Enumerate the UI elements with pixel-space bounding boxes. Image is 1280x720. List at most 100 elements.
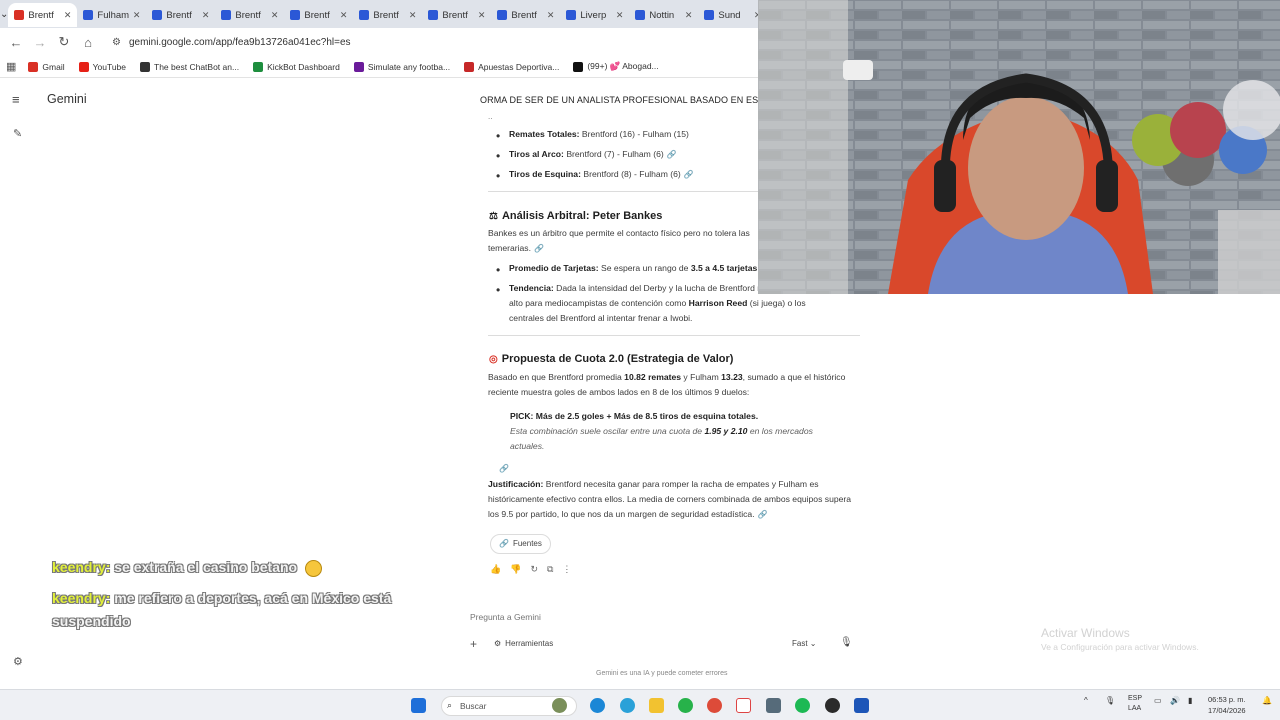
browser-tab[interactable]: Brentf ✕ xyxy=(491,3,560,27)
bookmark-label: Apuestas Deportiva... xyxy=(478,61,560,72)
close-icon[interactable]: ✕ xyxy=(271,10,279,21)
close-icon[interactable]: ✕ xyxy=(685,10,693,21)
widgets-icon[interactable] xyxy=(552,698,567,713)
tools-button[interactable]: ⚙ Herramientas xyxy=(494,639,553,648)
close-icon[interactable]: ✕ xyxy=(64,10,72,21)
link-icon[interactable]: 🔗 xyxy=(667,150,677,159)
ellipsis: .. xyxy=(488,112,493,121)
chat-text: se extraña el casino betano xyxy=(114,559,298,575)
stat-item: Tiros al Arco: Brentford (7) - Fulham (6… xyxy=(494,146,694,167)
link-icon[interactable]: 🔗 xyxy=(499,462,509,476)
input-language[interactable]: ESP LAA xyxy=(1128,694,1142,714)
bookmark-item[interactable]: KickBot Dashboard xyxy=(253,61,340,72)
tab-search-icon[interactable]: ⌄ xyxy=(0,0,8,28)
close-icon[interactable]: ✕ xyxy=(202,10,210,21)
close-icon[interactable]: ✕ xyxy=(478,10,486,21)
spotify-icon[interactable] xyxy=(795,698,810,713)
browser-tab[interactable]: Brentf ✕ xyxy=(422,3,491,27)
thumbs-down-icon[interactable]: 👎 xyxy=(510,562,521,578)
model-selector[interactable]: Fast ⌄ xyxy=(792,639,817,648)
tab-title: Brentf xyxy=(166,9,192,21)
settings-icon[interactable]: ⚙ xyxy=(13,655,23,668)
bookmark-item[interactable]: Simulate any footba... xyxy=(353,61,451,72)
tab-title: Nottin xyxy=(649,9,675,21)
taskbar: ⌕ Buscar ^ 🎙 ESP LAA ▭ 🔊 ▮ 06:53 p. m. 17/… xyxy=(0,689,1280,720)
battery-icon[interactable]: ▮ xyxy=(1188,696,1192,705)
windows-start-icon[interactable] xyxy=(411,698,426,713)
bookmark-item[interactable]: (99+) 💕 Abogad... xyxy=(573,61,659,72)
chrome-icon[interactable] xyxy=(707,698,722,713)
url-text: gemini.google.com/app/fea9b13726a041ec?h… xyxy=(128,36,351,48)
url-field[interactable]: ⚙ gemini.google.com/app/fea9b13726a041ec?… xyxy=(112,37,351,48)
tab-strip: ⌄ Brentf ✕ Fulham ✕ Brentf ✕ Brentf ✕ Brentf ✕ Bre… xyxy=(0,0,761,28)
reload-icon[interactable]: ↻ xyxy=(52,34,76,50)
word-icon[interactable] xyxy=(854,698,869,713)
back-icon[interactable]: ← xyxy=(4,35,28,50)
bookmark-label: KickBot Dashboard xyxy=(267,61,340,72)
edge-icon[interactable] xyxy=(590,698,605,713)
prompt-input[interactable]: Pregunta a Gemini xyxy=(470,612,541,622)
bookmark-label: Simulate any footba... xyxy=(367,61,451,72)
telegram-icon[interactable] xyxy=(620,698,635,713)
bookmark-item[interactable]: YouTube xyxy=(78,61,126,72)
tab-favicon-icon xyxy=(290,10,301,20)
add-icon[interactable]: + xyxy=(470,637,477,651)
webcam-image xyxy=(758,0,1280,294)
microphone-tray-icon[interactable]: 🎙 xyxy=(1105,696,1115,705)
whatsapp-icon[interactable] xyxy=(678,698,693,713)
browser-tab[interactable]: Brentf ✕ xyxy=(146,3,215,27)
chat-username: keendry: xyxy=(52,559,111,575)
typora-icon[interactable] xyxy=(736,698,751,713)
bookmark-favicon-icon xyxy=(573,61,584,72)
site-info-icon[interactable]: ⚙ xyxy=(112,37,121,48)
target-icon: ◎ xyxy=(489,353,498,365)
link-icon[interactable]: 🔗 xyxy=(534,244,544,253)
bookmark-label: (99+) 💕 Abogad... xyxy=(587,61,659,71)
show-hidden-icons-icon[interactable]: ^ xyxy=(1084,696,1088,705)
browser-tab[interactable]: Fulham ✕ xyxy=(77,3,146,27)
apps-icon[interactable]: ▦ xyxy=(6,60,16,73)
new-chat-icon[interactable]: ✎ xyxy=(13,127,22,140)
volume-icon[interactable]: 🔊 xyxy=(1170,696,1180,705)
thumbs-up-icon[interactable]: 👍 xyxy=(490,562,501,578)
bookmark-item[interactable]: The best ChatBot an... xyxy=(140,61,239,72)
browser-tab[interactable]: Liverp ✕ xyxy=(560,3,629,27)
close-icon[interactable]: ✕ xyxy=(340,10,348,21)
close-icon[interactable]: ✕ xyxy=(409,10,417,21)
pick-block: PICK: Más de 2.5 goles + Más de 8.5 tiro… xyxy=(510,411,813,452)
file-explorer-icon[interactable] xyxy=(649,698,664,713)
stats-list: Remates Totales: Brentford (16) - Fulham… xyxy=(494,126,694,187)
browser-tab[interactable]: Brentf ✕ xyxy=(284,3,353,27)
copy-icon[interactable]: ⧉ xyxy=(547,562,553,578)
browser-tab[interactable]: Brentf ✕ xyxy=(215,3,284,27)
regenerate-icon[interactable]: ↻ xyxy=(530,562,538,578)
menu-icon[interactable]: ≡ xyxy=(12,92,20,107)
obs-icon[interactable] xyxy=(825,698,840,713)
link-icon: 🔗 xyxy=(499,539,509,548)
bookmark-item[interactable]: Gmail xyxy=(28,61,65,72)
browser-tab[interactable]: Nottin ✕ xyxy=(629,3,698,27)
bookmark-item[interactable]: Apuestas Deportiva... xyxy=(464,61,559,72)
stat-item: Tiros de Esquina: Brentford (8) - Fulham… xyxy=(494,166,694,187)
network-icon[interactable]: ▭ xyxy=(1154,696,1162,705)
microphone-icon[interactable]: 🎙 xyxy=(840,637,853,648)
forward-icon[interactable]: → xyxy=(28,35,52,50)
smiley-icon xyxy=(305,559,322,577)
sources-button[interactable]: 🔗 Fuentes xyxy=(490,534,551,554)
more-options-icon[interactable]: ⋮ xyxy=(562,562,571,578)
link-icon[interactable]: 🔗 xyxy=(684,170,694,179)
close-icon[interactable]: ✕ xyxy=(547,10,555,21)
close-icon[interactable]: ✕ xyxy=(133,10,141,21)
clock[interactable]: 06:53 p. m. 17/04/2026 xyxy=(1208,694,1246,716)
app-title: Gemini xyxy=(47,92,87,106)
home-icon[interactable]: ⌂ xyxy=(76,35,100,50)
browser-tab[interactable]: Brentf ✕ xyxy=(353,3,422,27)
notifications-icon[interactable]: 🔔 xyxy=(1262,696,1272,705)
proposal-heading: ◎ Propuesta de Cuota 2.0 (Estrategia de V… xyxy=(489,350,733,369)
justification-paragraph: Justificación: Brentford necesita ganar … xyxy=(488,479,852,520)
browser-tab[interactable]: Brentf ✕ xyxy=(8,3,78,27)
close-icon[interactable]: ✕ xyxy=(616,10,624,21)
link-icon[interactable]: 🔗 xyxy=(758,510,768,519)
calculator-icon[interactable] xyxy=(766,698,781,713)
chat-username: keendry: xyxy=(52,590,111,606)
